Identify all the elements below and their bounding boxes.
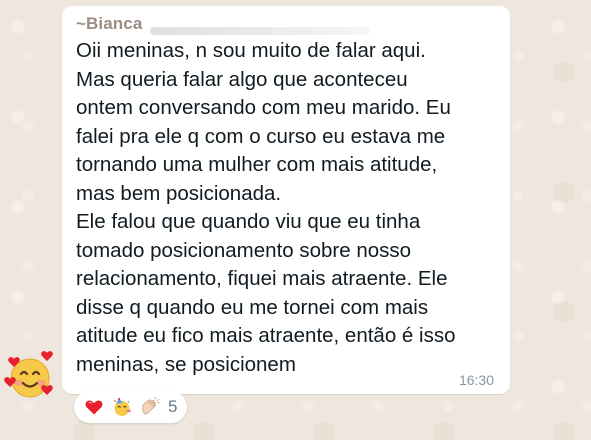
message-timestamp: 16:30 — [458, 372, 494, 388]
clapping-hands-icon — [140, 397, 160, 417]
partying-face-icon — [112, 397, 132, 417]
red-heart-icon — [84, 397, 104, 417]
reaction-count: 5 — [168, 397, 178, 416]
sender-name[interactable]: ~Bianca — [76, 14, 142, 34]
message-bubble[interactable]: ~Bianca Oii meninas, n sou muito de fala… — [62, 6, 510, 394]
smiling-face-with-hearts-icon[interactable] — [4, 350, 56, 402]
message-text: Oii meninas, n sou muito de falar aqui. … — [76, 39, 456, 376]
reactions-pill[interactable]: 5 — [74, 391, 188, 423]
message-sender[interactable]: ~Bianca — [76, 14, 498, 36]
sender-phone-obscured — [150, 27, 371, 35]
